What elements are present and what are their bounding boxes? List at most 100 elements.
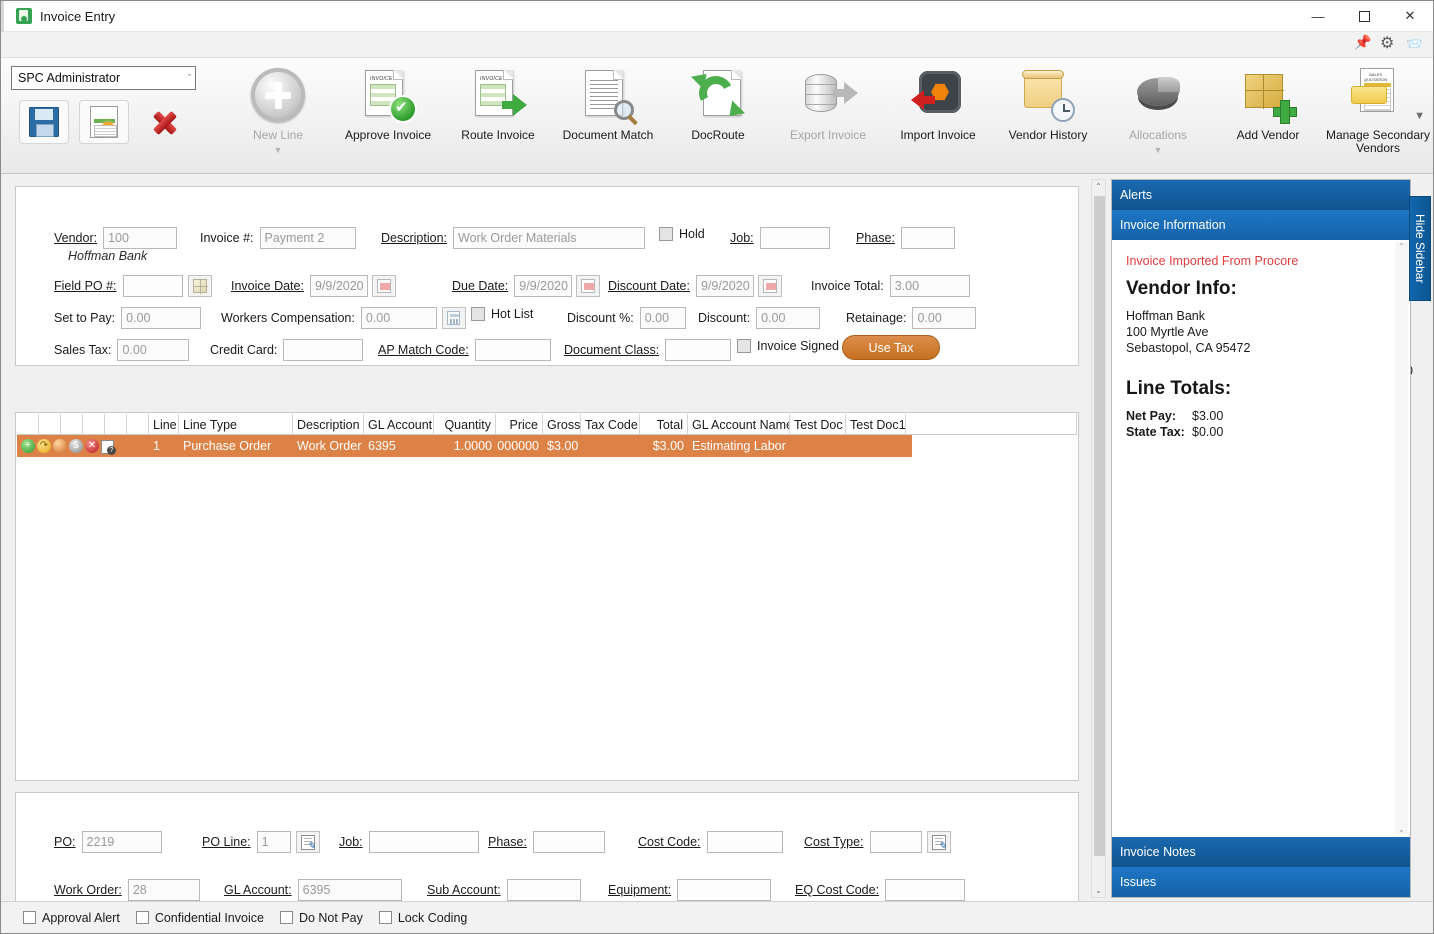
ribbon-new-line[interactable]: New Line ▼: [223, 58, 333, 174]
invoice-date-input[interactable]: 9/9/2020 7:: [309, 275, 368, 297]
eq-cost-code-input[interactable]: [885, 879, 966, 901]
ribbon-route-invoice[interactable]: INVOICE Route Invoice: [443, 58, 553, 174]
content-scrollbar[interactable]: ⌃ ⌄: [1091, 179, 1106, 898]
status-checkbox-lock-coding[interactable]: Lock Coding: [378, 911, 467, 925]
add-row-icon[interactable]: +: [21, 439, 35, 453]
grid-col-0[interactable]: [17, 414, 39, 435]
grid-col-3[interactable]: [83, 414, 105, 435]
grid-col-test-doc[interactable]: Test Doc: [790, 414, 846, 435]
status-checkbox-approval-alert[interactable]: Approval Alert: [23, 911, 120, 925]
minimize-button[interactable]: —: [1295, 1, 1341, 32]
workers-comp-input[interactable]: 0.00: [360, 307, 437, 329]
detail-gl-account-input[interactable]: 6395: [297, 879, 402, 901]
due-date-input[interactable]: 9/9/2020 7:: [514, 275, 573, 297]
delete-button[interactable]: [139, 100, 189, 144]
status-checkbox-confidential-invoice[interactable]: Confidential Invoice: [135, 911, 264, 925]
due-date-calendar-button[interactable]: [576, 275, 601, 297]
credit-card-input[interactable]: [283, 339, 364, 361]
chevron-down-icon[interactable]: ▼: [274, 145, 283, 155]
set-to-pay-input[interactable]: 0.00: [121, 307, 202, 329]
content-scrollbar-thumb[interactable]: [1094, 196, 1105, 856]
sidebar-tab-invoice-information[interactable]: Invoice Information: [1112, 210, 1410, 240]
info-row-icon[interactable]: [101, 439, 116, 455]
grid-col-gl-account[interactable]: GL Account: [364, 414, 434, 435]
hold-checkbox[interactable]: [659, 227, 673, 241]
chevron-down-icon[interactable]: ▼: [1154, 145, 1163, 155]
status-checkbox-do-not-pay[interactable]: Do Not Pay: [279, 911, 363, 925]
dollar-row-icon[interactable]: $: [69, 439, 83, 453]
sidebar-tab-invoice-notes[interactable]: Invoice Notes: [1112, 837, 1410, 867]
delete-row-icon[interactable]: ✕: [85, 439, 99, 453]
sidebar-scroll-up-icon[interactable]: ⌃: [1398, 242, 1405, 251]
equipment-input[interactable]: [677, 879, 772, 901]
user-select[interactable]: SPC Administrator ˇ: [11, 66, 196, 90]
ribbon-export-invoice[interactable]: Export Invoice: [773, 58, 883, 174]
po-line-lookup-button[interactable]: [295, 831, 320, 853]
grid-col-description[interactable]: Description: [293, 414, 364, 435]
hot-list-checkbox[interactable]: [471, 307, 485, 321]
ribbon-allocations[interactable]: Allocations ▼: [1103, 58, 1213, 174]
sidebar-tab-alerts[interactable]: Alerts: [1112, 180, 1410, 210]
confidential-invoice-checkbox[interactable]: [135, 911, 149, 924]
grid-col-gross[interactable]: Gross: [543, 414, 581, 435]
po-input[interactable]: 2219: [81, 831, 162, 853]
do-not-pay-checkbox[interactable]: [279, 911, 293, 924]
checkbox-hot-list[interactable]: Hot List: [471, 307, 533, 321]
scroll-up-arrow-icon[interactable]: ⌃: [1095, 182, 1102, 191]
discount-input[interactable]: 0.00: [756, 307, 821, 329]
undo-row-icon[interactable]: ↷: [37, 439, 51, 453]
job-input[interactable]: [759, 227, 830, 249]
grid-col-1[interactable]: [39, 414, 61, 435]
ribbon-overflow-arrow[interactable]: ▼: [1414, 110, 1425, 122]
sub-account-input[interactable]: [506, 879, 581, 901]
sidebar-tab-issues[interactable]: Issues: [1112, 867, 1410, 897]
discount-date-calendar-button[interactable]: [757, 275, 782, 297]
sidebar-scroll-down-icon[interactable]: ⌄: [1398, 825, 1405, 834]
invoice-no-input[interactable]: Payment 2: [259, 227, 356, 249]
new-invoice-button[interactable]: [79, 100, 129, 144]
grid-col-gl-account-name[interactable]: GL Account Name: [688, 414, 790, 435]
invoice-signed-checkbox[interactable]: [737, 339, 751, 353]
ap-match-code-input[interactable]: [474, 339, 551, 361]
checkbox-hold[interactable]: Hold: [659, 227, 705, 241]
grid-col-line-type[interactable]: Line Type: [179, 414, 293, 435]
ribbon-docroute[interactable]: DocRoute: [663, 58, 773, 174]
scroll-down-arrow-icon[interactable]: ⌄: [1095, 886, 1102, 895]
checkbox-invoice-signed[interactable]: Invoice Signed: [737, 339, 839, 353]
grid-col-tax-code[interactable]: Tax Code: [581, 414, 640, 435]
grid-col-total[interactable]: Total: [640, 414, 688, 435]
save-button[interactable]: [19, 100, 69, 144]
po-line-input[interactable]: 1: [256, 831, 291, 853]
close-button[interactable]: ✕: [1387, 1, 1433, 32]
field-po-input[interactable]: [122, 275, 183, 297]
sidebar-scrollbar[interactable]: ⌃ ⌄: [1395, 242, 1408, 834]
gear-icon[interactable]: [1380, 33, 1397, 53]
sales-tax-input[interactable]: 0.00: [117, 339, 190, 361]
grid-col-quantity[interactable]: Quantity: [434, 414, 496, 435]
cost-type-lookup-button[interactable]: [926, 831, 951, 853]
ribbon-import-invoice[interactable]: Import Invoice: [883, 58, 993, 174]
maximize-button[interactable]: [1341, 1, 1387, 32]
description-input[interactable]: Work Order Materials: [453, 227, 645, 249]
grid-col-price[interactable]: Price: [496, 414, 543, 435]
hide-sidebar-button[interactable]: Hide Sidebar: [1409, 196, 1431, 301]
mail-icon[interactable]: [1406, 36, 1423, 53]
cost-type-input[interactable]: [869, 831, 922, 853]
invoice-date-calendar-button[interactable]: [371, 275, 396, 297]
grid-col-2[interactable]: [61, 414, 83, 435]
use-tax-button[interactable]: Use Tax: [842, 335, 940, 360]
field-po-lookup-button[interactable]: [187, 275, 212, 297]
grid-col-line[interactable]: Line: [149, 414, 179, 435]
phase-input[interactable]: [900, 227, 955, 249]
work-order-input[interactable]: 28: [127, 879, 200, 901]
table-row[interactable]: + ↷ $ ✕ 1 Purchase Order Work Order 6395…: [17, 435, 912, 457]
approval-alert-checkbox[interactable]: [23, 911, 36, 924]
lock-coding-checkbox[interactable]: [378, 911, 392, 924]
ribbon-vendor-history[interactable]: Vendor History: [993, 58, 1103, 174]
pin-icon[interactable]: [1354, 34, 1371, 53]
grid-col-4[interactable]: [105, 414, 127, 435]
ribbon-document-match[interactable]: Document Match: [553, 58, 663, 174]
workers-comp-calculator-button[interactable]: [441, 307, 466, 329]
invoice-total-input[interactable]: 3.00: [889, 275, 970, 297]
ribbon-add-vendor[interactable]: Add Vendor: [1213, 58, 1323, 174]
